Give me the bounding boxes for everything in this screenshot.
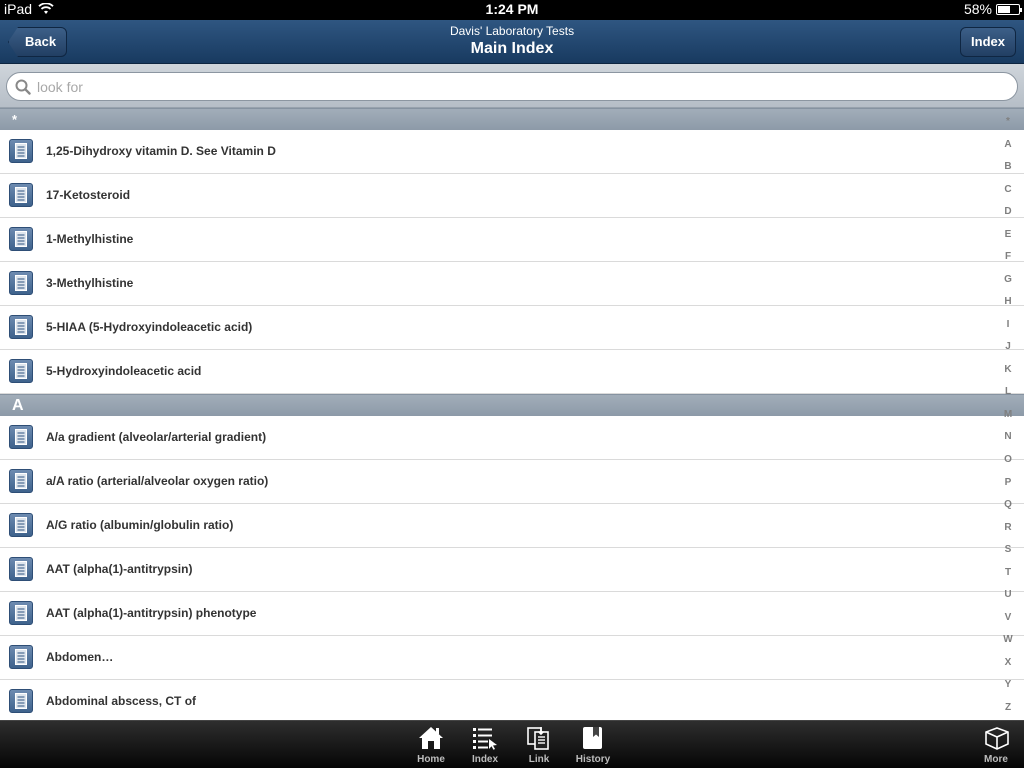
alphabet-index-letter[interactable]: J <box>1005 341 1011 353</box>
tab-link-label: Link <box>528 754 550 765</box>
section-header-star: * <box>0 108 1024 130</box>
alphabet-index-letter[interactable]: V <box>1005 612 1012 624</box>
list-item-label: AAT (alpha(1)-antitrypsin) phenotype <box>46 606 257 620</box>
box-icon <box>985 727 1009 750</box>
tab-more[interactable]: More <box>972 721 1020 769</box>
battery-percent: 58% <box>963 1 992 17</box>
document-icon <box>9 227 33 251</box>
list-item-label: Abdomen… <box>46 650 114 664</box>
search-icon <box>15 79 31 95</box>
tab-bar: Home Index Link History More <box>0 720 1024 768</box>
index-button[interactable]: Index <box>960 27 1016 57</box>
search-field[interactable] <box>6 72 1018 101</box>
list-item[interactable]: a/A ratio (arterial/alveolar oxygen rati… <box>0 460 1024 504</box>
list-item[interactable]: AAT (alpha(1)-antitrypsin) phenotype <box>0 592 1024 636</box>
document-icon <box>9 139 33 163</box>
alphabet-index-letter[interactable]: L <box>1005 386 1011 398</box>
app-title: Davis' Laboratory Tests <box>449 24 575 38</box>
document-icon <box>9 469 33 493</box>
list-item[interactable]: A/G ratio (albumin/globulin ratio) <box>0 504 1024 548</box>
alphabet-index-letter[interactable]: M <box>1004 409 1012 421</box>
index-list-icon <box>473 728 497 750</box>
alphabet-index-letter[interactable]: D <box>1004 206 1011 218</box>
search-bar <box>0 64 1024 108</box>
alphabet-index-letter[interactable]: C <box>1004 184 1011 196</box>
home-icon <box>419 727 443 749</box>
document-icon <box>9 645 33 669</box>
status-bar: iPad 1:24 PM 58% <box>0 0 1024 20</box>
alphabet-index-letter[interactable]: A <box>1004 139 1011 151</box>
list-item[interactable]: 17-Ketosteroid <box>0 174 1024 218</box>
bookmark-book-icon <box>583 727 602 749</box>
list-item[interactable]: 5-Hydroxyindoleacetic acid <box>0 350 1024 394</box>
document-icon <box>9 315 33 339</box>
document-icon <box>9 601 33 625</box>
alphabet-index-letter[interactable]: * <box>1006 116 1010 128</box>
document-icon <box>9 183 33 207</box>
list-item[interactable]: 3-Methylhistine <box>0 262 1024 306</box>
alphabet-index-letter[interactable]: W <box>1003 634 1012 646</box>
alphabet-index-letter[interactable]: I <box>1007 319 1010 331</box>
list-item[interactable]: AAT (alpha(1)-antitrypsin) <box>0 548 1024 592</box>
list-item-label: 1,25-Dihydroxy vitamin D. See Vitamin D <box>46 144 276 158</box>
alphabet-index-letter[interactable]: N <box>1004 431 1011 443</box>
document-icon <box>9 513 33 537</box>
tab-history-label: History <box>575 754 611 765</box>
tab-history[interactable]: History <box>566 721 620 769</box>
alphabet-index-letter[interactable]: B <box>1004 161 1011 173</box>
list-item[interactable]: 5-HIAA (5-Hydroxyindoleacetic acid) <box>0 306 1024 350</box>
nav-bar: Back Davis' Laboratory Tests Main Index … <box>0 20 1024 64</box>
list-item[interactable]: Abdominal abscess, CT of <box>0 680 1024 720</box>
list-item[interactable]: 1-Methylhistine <box>0 218 1024 262</box>
document-icon <box>9 271 33 295</box>
tab-home[interactable]: Home <box>404 721 458 769</box>
alphabet-index-letter[interactable]: Q <box>1004 499 1012 511</box>
clock: 1:24 PM <box>485 1 539 17</box>
list-item[interactable]: 1,25-Dihydroxy vitamin D. See Vitamin D <box>0 130 1024 174</box>
list-item-label: 5-HIAA (5-Hydroxyindoleacetic acid) <box>46 320 253 334</box>
list-item-label: Abdominal abscess, CT of <box>46 694 197 708</box>
tab-home-label: Home <box>417 754 445 765</box>
document-icon <box>9 557 33 581</box>
alphabet-index-letter[interactable]: F <box>1005 251 1011 263</box>
search-input[interactable] <box>37 76 997 98</box>
link-doc-icon <box>527 727 549 750</box>
tab-link[interactable]: Link <box>512 721 566 769</box>
alphabet-index-letter[interactable]: E <box>1005 229 1012 241</box>
tab-index-label: Index <box>471 754 499 765</box>
list-item[interactable]: Abdomen… <box>0 636 1024 680</box>
alphabet-index-letter[interactable]: P <box>1005 477 1012 489</box>
alphabet-index-letter[interactable]: Z <box>1005 702 1011 714</box>
alphabet-index[interactable]: * A B C D E F G H I J K L M N O P Q R S T U V W X Y Z <box>1000 116 1016 714</box>
list-item-label: AAT (alpha(1)-antitrypsin) <box>46 562 193 576</box>
alphabet-index-letter[interactable]: U <box>1004 589 1011 601</box>
list-item-label: A/G ratio (albumin/globulin ratio) <box>46 518 234 532</box>
list-item-label: 3-Methylhistine <box>46 276 134 290</box>
alphabet-index-letter[interactable]: X <box>1005 657 1012 669</box>
list-item-label: 1-Methylhistine <box>46 232 134 246</box>
document-icon <box>9 359 33 383</box>
alphabet-index-letter[interactable]: Y <box>1005 679 1012 691</box>
alphabet-index-letter[interactable]: R <box>1004 522 1011 534</box>
battery-icon <box>996 4 1022 15</box>
alphabet-index-letter[interactable]: T <box>1005 567 1011 579</box>
page-title: Main Index <box>470 40 554 57</box>
list-item-label: a/A ratio (arterial/alveolar oxygen rati… <box>46 474 269 488</box>
document-icon <box>9 425 33 449</box>
list-item-label: 17-Ketosteroid <box>46 188 131 202</box>
list-item-label: 5-Hydroxyindoleacetic acid <box>46 364 202 378</box>
alphabet-index-letter[interactable]: O <box>1004 454 1012 466</box>
list-item[interactable]: A/a gradient (alveolar/arterial gradient… <box>0 416 1024 460</box>
alphabet-index-letter[interactable]: G <box>1004 274 1012 286</box>
tab-more-label: More <box>984 754 1008 765</box>
alphabet-index-letter[interactable]: K <box>1004 364 1011 376</box>
tab-index[interactable]: Index <box>458 721 512 769</box>
list-item-label: A/a gradient (alveolar/arterial gradient… <box>46 430 267 444</box>
alphabet-index-letter[interactable]: H <box>1004 296 1011 308</box>
index-list: * 1,25-Dihydroxy vitamin D. See Vitamin … <box>0 108 1024 720</box>
document-icon <box>9 689 33 713</box>
alphabet-index-letter[interactable]: S <box>1005 544 1012 556</box>
section-header-a: A <box>0 394 1024 416</box>
